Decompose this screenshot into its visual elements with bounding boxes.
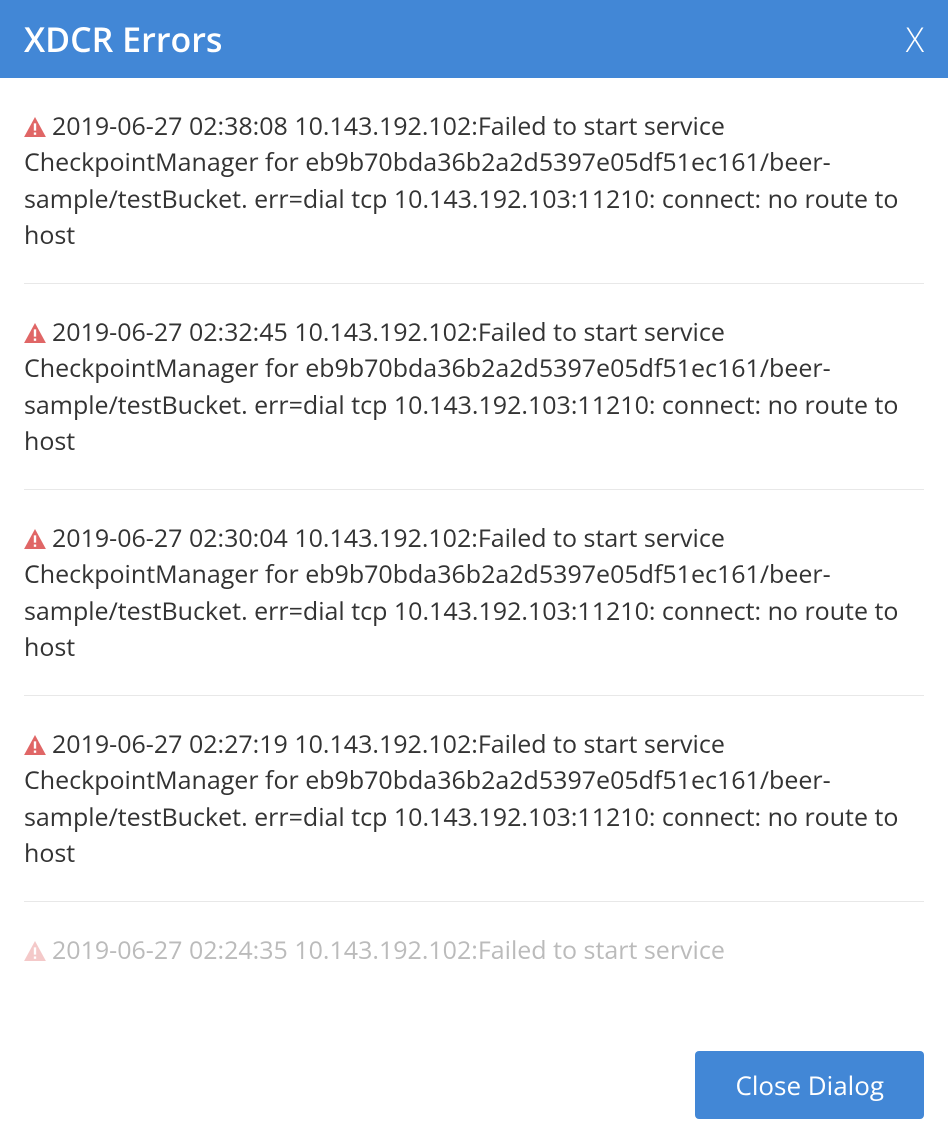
error-item: 2019-06-27 02:27:19 10.143.192.102:Faile… xyxy=(24,696,924,902)
close-dialog-button[interactable]: Close Dialog xyxy=(695,1051,924,1119)
close-icon[interactable]: X xyxy=(906,22,924,56)
error-item: 2019-06-27 02:24:35 10.143.192.102:Faile… xyxy=(24,902,924,998)
error-message: 2019-06-27 02:27:19 10.143.192.102:Faile… xyxy=(24,727,898,870)
error-message: 2019-06-27 02:24:35 10.143.192.102:Faile… xyxy=(52,933,725,967)
dialog-body[interactable]: 2019-06-27 02:38:08 10.143.192.102:Faile… xyxy=(0,78,948,1035)
error-message: 2019-06-27 02:30:04 10.143.192.102:Faile… xyxy=(24,521,898,664)
error-message: 2019-06-27 02:32:45 10.143.192.102:Faile… xyxy=(24,315,898,458)
warning-icon xyxy=(24,941,46,961)
dialog-footer: Close Dialog xyxy=(0,1035,948,1143)
dialog-header: XDCR Errors X xyxy=(0,0,948,78)
warning-icon xyxy=(24,529,46,549)
warning-icon xyxy=(24,117,46,137)
dialog-title: XDCR Errors xyxy=(24,16,223,62)
error-item: 2019-06-27 02:38:08 10.143.192.102:Faile… xyxy=(24,78,924,284)
warning-icon xyxy=(24,735,46,755)
warning-icon xyxy=(24,323,46,343)
error-message: 2019-06-27 02:38:08 10.143.192.102:Faile… xyxy=(24,109,898,252)
error-item: 2019-06-27 02:32:45 10.143.192.102:Faile… xyxy=(24,284,924,490)
error-item: 2019-06-27 02:30:04 10.143.192.102:Faile… xyxy=(24,490,924,696)
